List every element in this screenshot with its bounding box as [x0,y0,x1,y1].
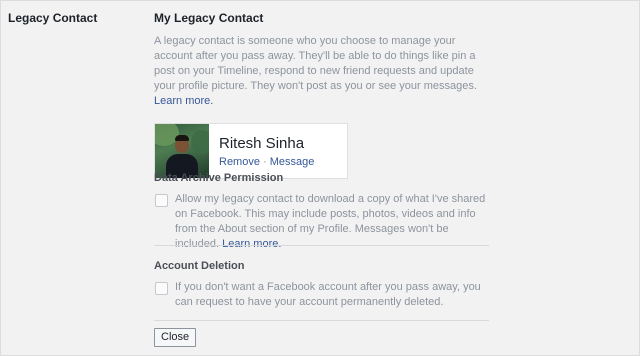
account-deletion-text: If you don't want a Facebook account aft… [175,281,481,308]
contact-name[interactable]: Ritesh Sinha [219,135,314,153]
data-archive-section: Data Archive Permission Allow my legacy … [154,172,490,252]
close-button[interactable]: Close [154,328,197,347]
legacy-contact-card: Ritesh Sinha Remove · Message [154,123,348,179]
settings-row-label: Legacy Contact [8,11,98,25]
legacy-description: A legacy contact is someone who you choo… [154,34,494,109]
link-separator: · [263,156,267,168]
section-title: My Legacy Contact [154,11,264,25]
legacy-contact-settings-panel: Legacy Contact My Legacy Contact A legac… [0,0,640,356]
divider [154,320,489,321]
remove-link[interactable]: Remove [219,156,260,168]
account-deletion-section: Account Deletion If you don't want a Fac… [154,260,490,310]
legacy-description-text: A legacy contact is someone who you choo… [154,35,477,92]
data-archive-title: Data Archive Permission [154,172,284,184]
account-deletion-checkbox[interactable] [155,282,168,295]
data-archive-learn-more-link[interactable]: Learn more. [222,238,281,250]
learn-more-link[interactable]: Learn more. [154,95,213,107]
account-deletion-title: Account Deletion [154,260,245,272]
message-link[interactable]: Message [270,156,315,168]
data-archive-checkbox[interactable] [155,194,168,207]
data-archive-text: Allow my legacy contact to download a co… [175,192,490,252]
legacy-contact-section: My Legacy Contact A legacy contact is so… [154,11,494,179]
avatar[interactable] [155,124,209,178]
divider [154,245,489,246]
